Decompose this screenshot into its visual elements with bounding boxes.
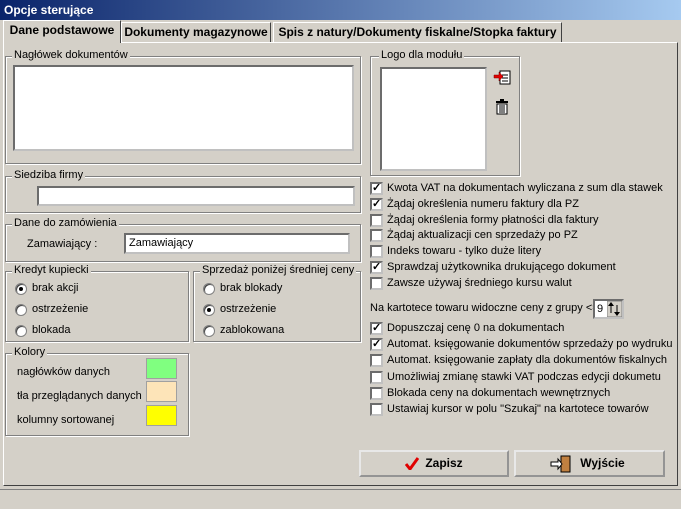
orderer-label: Zamawiający : [27, 238, 98, 250]
checkbox-options_top-5[interactable]: ✓ [370, 261, 383, 274]
checkbox-options_bottom-2[interactable] [370, 354, 383, 368]
checkbox-options_top-4[interactable] [370, 245, 383, 259]
colors-group-label: Kolory [12, 346, 48, 358]
tab-dane-podstawowe[interactable]: Dane podstawowe [3, 20, 121, 43]
price-groups-label: Na kartotece towaru widoczne ceny z grup… [370, 302, 599, 314]
logo-group-label: Logo dla modułu [379, 49, 465, 61]
tab-spis-z-natury[interactable]: Spis z natury/Dokumenty fiskalne/Stopka … [273, 22, 562, 42]
checkbox-options_bottom-4[interactable] [370, 386, 383, 400]
radio-zablokowana-label: zablokowana [220, 324, 285, 336]
checkbox-options_bottom-4-label: Blokada ceny na dokumentach wewnętrznych [387, 386, 611, 399]
logo-group: Logo dla modułu [370, 49, 520, 176]
radio-brak-akcji[interactable] [15, 283, 27, 295]
color-swatch-background[interactable] [146, 381, 177, 402]
radio-brak-akcji-label: brak akcji [32, 282, 79, 294]
tab-dokumenty-magazynowe[interactable]: Dokumenty magazynowe [121, 22, 271, 42]
colors-group: Kolory nagłówków danych tła przeglądanyc… [5, 346, 189, 436]
spin-arrows-icon[interactable] [607, 301, 622, 317]
checkbox-options_top-3-label: Żądaj aktualizacji cen sprzedaży po PZ [387, 229, 578, 242]
checkbox-options_bottom-2-label: Automat. księgowanie zapłaty dla dokumen… [387, 354, 668, 367]
checkbox-options_bottom-3[interactable] [370, 370, 383, 384]
checkbox-options_top-5-label: Sprawdzaj użytkownika drukującego dokume… [387, 261, 616, 273]
checkbox-options_bottom-5-label: Ustawiaj kursor w polu "Szukaj" na karto… [387, 403, 649, 415]
exit-button-label: Wyjście [580, 456, 625, 470]
checkbox-options_bottom-0[interactable]: ✓ [370, 322, 383, 335]
orderer-input[interactable]: Zamawiający [124, 233, 350, 254]
radio-zablokowana[interactable] [203, 325, 215, 337]
radio-brak-blokady[interactable] [203, 283, 215, 295]
checkbox-options_top-6-label: Zawsze używaj średniego kursu walut [387, 276, 572, 289]
checkbox-options_top-0-label: Kwota VAT na dokumentach wyliczana z sum… [387, 182, 663, 194]
radio-ostrzezenie-credit-label: ostrzeżenie [32, 303, 89, 315]
seat-group-label: Siedziba firmy [12, 169, 86, 181]
exit-button[interactable]: Wyjście [514, 450, 665, 477]
checkbox-options_top-4-label: Indeks towaru - tylko duże litery [387, 245, 542, 258]
checkbox-options_bottom-3-label: Umożliwiaj zmianę stawki VAT podczas edy… [387, 370, 661, 383]
header-group-label: Nagłówek dokumentów [12, 49, 130, 61]
color-swatch-headers[interactable] [146, 358, 177, 379]
logo-image-box[interactable] [380, 67, 487, 171]
color-label-background: tła przeglądanych danych [17, 390, 142, 402]
checkbox-options_bottom-0-label: Dopuszczaj cenę 0 na dokumentach [387, 322, 565, 334]
seat-group: Siedziba firmy [5, 169, 361, 213]
radio-blokada[interactable] [15, 325, 27, 337]
checkbox-options_bottom-1-label: Automat. księgowanie dokumentów sprzedaż… [387, 338, 673, 351]
price-group-label: Sprzedaż poniżej średniej ceny [200, 264, 357, 276]
checkbox-options_bottom-1[interactable]: ✓ [370, 338, 383, 352]
radio-ostrzezenie-credit[interactable] [15, 304, 27, 316]
seat-input[interactable] [37, 186, 355, 206]
radio-brak-blokady-label: brak blokady [220, 282, 283, 294]
price-groups-value: 9 [597, 303, 604, 315]
credit-group: Kredyt kupiecki brak akcji ostrzeżenie b… [5, 264, 189, 342]
color-label-sorted: kolumny sortowanej [17, 414, 115, 426]
checkbox-options_top-3[interactable] [370, 229, 383, 243]
exit-door-icon [550, 455, 571, 473]
price-groups-spinner[interactable]: 9 [593, 299, 624, 319]
radio-blokada-label: blokada [32, 324, 71, 336]
status-bar [0, 489, 681, 509]
window-title: Opcje sterujące [0, 0, 681, 20]
order-group: Dane do zamówienia Zamawiający : Zamawia… [5, 217, 361, 262]
checkbox-options_top-0[interactable]: ✓ [370, 182, 383, 195]
radio-ostrzezenie-price[interactable] [203, 304, 215, 316]
credit-group-label: Kredyt kupiecki [12, 264, 91, 276]
color-label-headers: nagłówków danych [17, 366, 110, 378]
price-group: Sprzedaż poniżej średniej ceny brak blok… [193, 264, 361, 342]
checkbox-options_bottom-5[interactable] [370, 403, 383, 416]
checkmark-icon [405, 457, 419, 470]
order-group-label: Dane do zamówienia [12, 217, 119, 229]
checkbox-options_top-2[interactable] [370, 213, 383, 227]
save-button[interactable]: Zapisz [359, 450, 509, 477]
checkbox-options_top-1[interactable]: ✓ [370, 197, 383, 211]
header-textarea[interactable] [13, 65, 354, 151]
header-group: Nagłówek dokumentów [5, 49, 361, 164]
checkbox-options_top-1-label: Żądaj określenia numeru faktury dla PZ [387, 197, 579, 210]
trash-icon[interactable] [495, 99, 509, 115]
save-button-label: Zapisz [425, 456, 463, 470]
add-logo-icon[interactable] [493, 69, 513, 87]
color-swatch-sorted[interactable] [146, 405, 177, 426]
checkbox-options_top-2-label: Żądaj określenia formy płatności dla fak… [387, 213, 599, 226]
checkbox-options_top-6[interactable] [370, 276, 383, 290]
radio-ostrzezenie-price-label: ostrzeżenie [220, 303, 277, 315]
